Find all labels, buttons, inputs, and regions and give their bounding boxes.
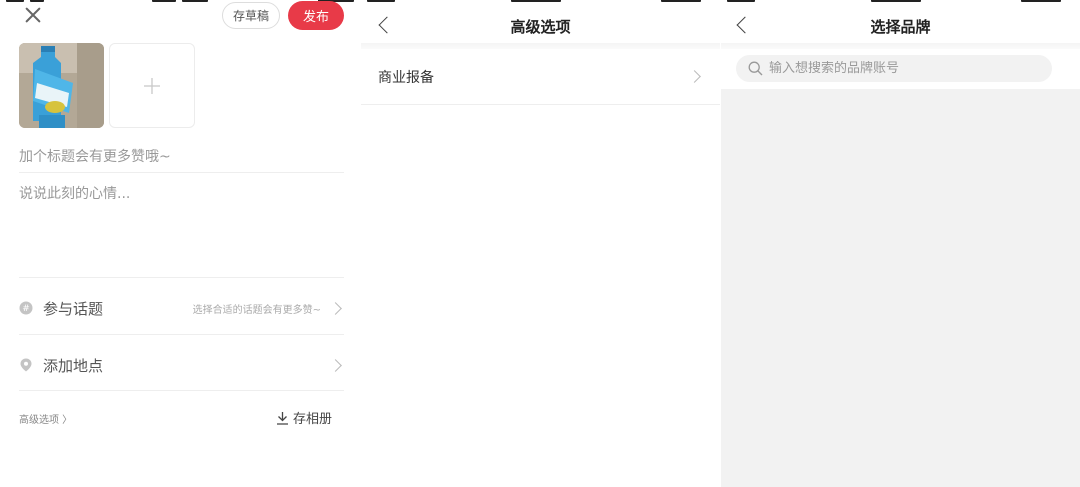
page-title: 选择品牌 [870, 18, 931, 36]
chevron-right-icon [688, 70, 701, 83]
save-album-label: 存相册 [293, 412, 333, 427]
advanced-options-link[interactable]: 高级选项 〉 [19, 411, 72, 426]
plus-icon [144, 77, 160, 94]
advanced-options-screen: 高级选项 商业报备 [361, 0, 720, 487]
close-icon[interactable] [24, 6, 42, 24]
divider [19, 390, 344, 391]
location-label: 添加地点 [43, 356, 104, 375]
title-input[interactable]: 加个标题会有更多赞哦~ [19, 146, 344, 172]
topic-row[interactable]: # 参与话题 选择合适的话题会有更多赞~ [19, 280, 344, 336]
status-bar [721, 0, 1080, 4]
add-photo-button[interactable] [109, 43, 195, 128]
location-row[interactable]: 添加地点 [19, 337, 344, 393]
post-editor-screen: 存草稿 发布 加个标题会有更多赞哦~ 说说此刻的心情... # 参与话题 选择合… [0, 0, 360, 487]
page-title: 高级选项 [510, 18, 571, 36]
topic-hint: 选择合适的话题会有更多赞~ [192, 304, 321, 316]
status-bar [361, 0, 720, 4]
brand-results-area [721, 89, 1080, 487]
svg-text:#: # [22, 304, 30, 314]
commercial-report-row[interactable]: 商业报备 [361, 49, 720, 105]
chevron-right-icon [329, 358, 342, 372]
divider [19, 172, 344, 173]
download-icon [277, 411, 288, 425]
divider [19, 334, 344, 335]
commercial-report-label: 商业报备 [378, 69, 434, 86]
topic-label: 参与话题 [43, 299, 104, 318]
search-icon [748, 61, 763, 76]
save-draft-button[interactable]: 存草稿 [222, 2, 280, 29]
choose-brand-screen: 选择品牌 [721, 0, 1080, 487]
bottle-photo [19, 43, 104, 128]
topic-icon: # [19, 301, 33, 315]
publish-button[interactable]: 发布 [288, 1, 344, 30]
photo-thumbnail[interactable] [19, 43, 104, 128]
chevron-right-icon [329, 301, 342, 315]
save-to-album-button[interactable]: 存相册 [276, 408, 332, 427]
content-textarea[interactable]: 说说此刻的心情... [19, 183, 344, 263]
brand-search-input[interactable] [769, 61, 1039, 76]
divider [19, 277, 344, 278]
location-pin-icon [20, 358, 32, 372]
search-box[interactable] [736, 55, 1052, 82]
search-bar [721, 49, 1080, 89]
